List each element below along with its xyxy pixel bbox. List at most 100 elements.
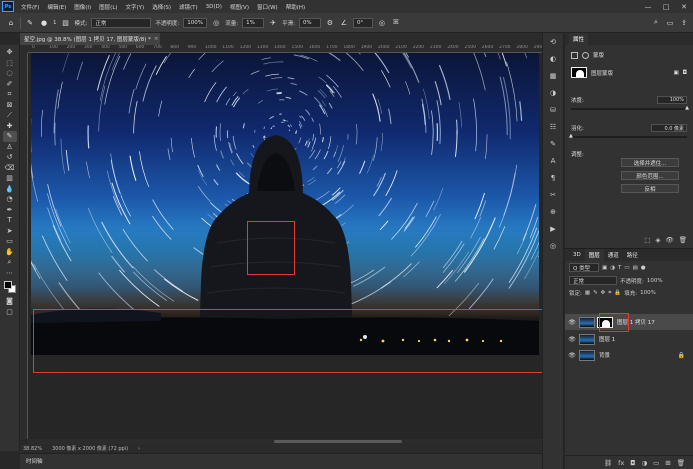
color-swatches[interactable] — [3, 280, 17, 294]
link-icon[interactable]: ⛓ — [604, 459, 612, 467]
mode-select[interactable]: 正常 — [91, 17, 152, 28]
layer-opacity-field[interactable]: 100% — [647, 278, 663, 284]
filter-adjust-icon[interactable]: ◑ — [610, 265, 615, 271]
quick-mask-icon[interactable]: ◙ — [3, 296, 17, 307]
menu-filter[interactable]: 滤镜(T) — [175, 3, 202, 11]
density-slider-handle-icon[interactable]: ▲ — [685, 105, 689, 111]
paragraph-panel-icon[interactable]: ¶ — [546, 171, 560, 185]
layer-filter-select[interactable]: Q 类型 — [569, 263, 599, 272]
timeline-tab[interactable]: 时间轴 — [26, 457, 43, 465]
zoom-tool-icon[interactable]: ⌕ — [3, 257, 17, 268]
foreground-color-swatch[interactable] — [3, 281, 12, 289]
tab-channels[interactable]: 通道 — [604, 249, 623, 261]
minimize-button[interactable]: — — [639, 0, 657, 13]
fill-field[interactable]: 100% — [640, 290, 656, 296]
layer-name[interactable]: 图层 1 — [599, 335, 615, 343]
menu-layer[interactable]: 图层(L) — [95, 3, 121, 11]
layer-row-background[interactable]: 👁 背景 🔒 — [565, 347, 693, 363]
layer-name[interactable]: 图层 1 拷贝 17 — [617, 318, 655, 326]
density-field[interactable]: 100% — [657, 96, 687, 104]
healing-brush-tool-icon[interactable]: ✚ — [3, 121, 17, 132]
eye-icon[interactable]: 👁 — [565, 336, 579, 343]
brush-settings-icon[interactable]: ▧ — [61, 18, 71, 28]
feather-field[interactable]: 0.0 像素 — [651, 124, 687, 132]
select-and-mask-button[interactable]: 选择并遮住... — [621, 158, 679, 167]
frame-tool-icon[interactable]: ⊠ — [3, 100, 17, 111]
mask-icon[interactable]: ◘ — [630, 459, 635, 467]
tab-layers[interactable]: 图层 — [584, 249, 604, 261]
pixel-mask-icon[interactable] — [571, 51, 578, 59]
eraser-tool-icon[interactable]: ⌫ — [3, 163, 17, 174]
menu-3d[interactable]: 3D(D) — [202, 4, 226, 10]
filter-smart-icon[interactable]: ▤ — [633, 265, 638, 271]
home-icon[interactable]: ⌂ — [6, 18, 16, 28]
brush-settings-panel-icon[interactable]: ✎ — [546, 137, 560, 151]
menu-window[interactable]: 窗口(W) — [253, 3, 282, 11]
delete-mask-icon[interactable]: 🗑 — [679, 236, 687, 244]
lock-transparent-icon[interactable]: ▦ — [585, 290, 590, 296]
gradient-tool-icon[interactable]: ▥ — [3, 173, 17, 184]
marquee-tool-icon[interactable]: ⬚ — [3, 58, 17, 69]
filter-type-icon[interactable]: T — [618, 265, 621, 271]
opacity-field[interactable]: 100% — [183, 17, 208, 28]
trash-icon[interactable]: 🗑 — [677, 459, 685, 467]
actions-panel-icon[interactable]: ▶ — [546, 222, 560, 236]
visibility-icon[interactable]: 👁 — [665, 236, 673, 244]
color-range-button[interactable]: 颜色范围... — [621, 171, 679, 180]
lock-paint-icon[interactable]: ✎ — [593, 290, 598, 296]
zoom-level[interactable]: 38.82% — [23, 446, 42, 452]
feather-slider[interactable]: ▲ — [569, 133, 687, 139]
group-icon[interactable]: ▭ — [653, 459, 659, 467]
filter-pixel-icon[interactable]: ▣ — [602, 265, 607, 271]
path-select-tool-icon[interactable]: ➤ — [3, 226, 17, 237]
more-tools-icon[interactable]: ⋯ — [3, 268, 17, 279]
tab-paths[interactable]: 路径 — [623, 249, 642, 261]
lock-all-icon[interactable]: 🔒 — [614, 290, 621, 296]
vector-mask-icon[interactable] — [582, 51, 589, 59]
layer-mask-thumbnail[interactable] — [597, 316, 613, 328]
flow-field[interactable]: 1% — [242, 17, 265, 28]
layer-row-layer-1[interactable]: 👁 图层 1 — [565, 331, 693, 347]
eyedropper-tool-icon[interactable]: ⟋ — [3, 110, 17, 121]
stamp-tool-icon[interactable]: ♙ — [3, 142, 17, 153]
new-layer-icon[interactable]: ⊞ — [665, 459, 670, 467]
density-slider[interactable]: ▲ — [571, 105, 689, 111]
screen-mode-icon[interactable]: ▢ — [3, 307, 17, 318]
apply-mask-icon[interactable]: ◈ — [655, 236, 660, 244]
adjustments-panel-icon[interactable]: ◑ — [546, 86, 560, 100]
rectangle-tool-icon[interactable]: ▭ — [3, 236, 17, 247]
menu-view[interactable]: 视图(V) — [226, 3, 253, 11]
workspace-icon[interactable]: ▭ — [665, 18, 675, 28]
horizontal-scroll-thumb[interactable] — [274, 440, 402, 443]
filter-toggle-icon[interactable]: ● — [641, 265, 646, 271]
eye-icon[interactable]: 👁 — [565, 352, 579, 359]
invert-button[interactable]: 反相 — [621, 184, 679, 193]
adjustment-icon[interactable]: ◑ — [641, 459, 647, 467]
hand-tool-icon[interactable]: ✋ — [3, 247, 17, 258]
gear-icon[interactable]: ⚙ — [325, 18, 335, 28]
type-tool-icon[interactable]: T — [3, 215, 17, 226]
canvas-area[interactable] — [28, 53, 542, 439]
eye-icon[interactable]: 👁 — [565, 319, 579, 326]
fx-icon[interactable]: fx — [618, 459, 624, 467]
status-arrow-icon[interactable]: › — [138, 446, 140, 452]
blend-mode-select[interactable]: 正常 — [569, 276, 617, 285]
pressure-opacity-icon[interactable]: ◎ — [211, 18, 221, 28]
tab-3d[interactable]: 3D — [569, 249, 585, 261]
menu-help[interactable]: 帮助(H) — [282, 3, 309, 11]
menu-file[interactable]: 文件(F) — [17, 3, 43, 11]
lock-artboard-icon[interactable]: ⌗ — [608, 290, 611, 297]
clone-source-panel-icon[interactable]: ⊕ — [546, 205, 560, 219]
close-button[interactable]: ✕ — [675, 0, 693, 13]
close-tab-icon[interactable]: × — [154, 36, 159, 42]
pressure-size-icon[interactable]: ◎ — [377, 18, 387, 28]
blur-tool-icon[interactable]: 💧 — [3, 184, 17, 195]
lasso-tool-icon[interactable]: ◌ — [3, 68, 17, 79]
menu-select[interactable]: 选择(S) — [148, 3, 175, 11]
navigator-panel-icon[interactable]: ◎ — [546, 239, 560, 253]
menu-image[interactable]: 图像(I) — [70, 3, 95, 11]
move-tool-icon[interactable]: ✥ — [3, 47, 17, 58]
menu-edit[interactable]: 编辑(E) — [43, 3, 70, 11]
angle-field[interactable]: 0° — [352, 17, 373, 28]
brush-tool-icon[interactable]: ✎ — [2, 131, 17, 142]
